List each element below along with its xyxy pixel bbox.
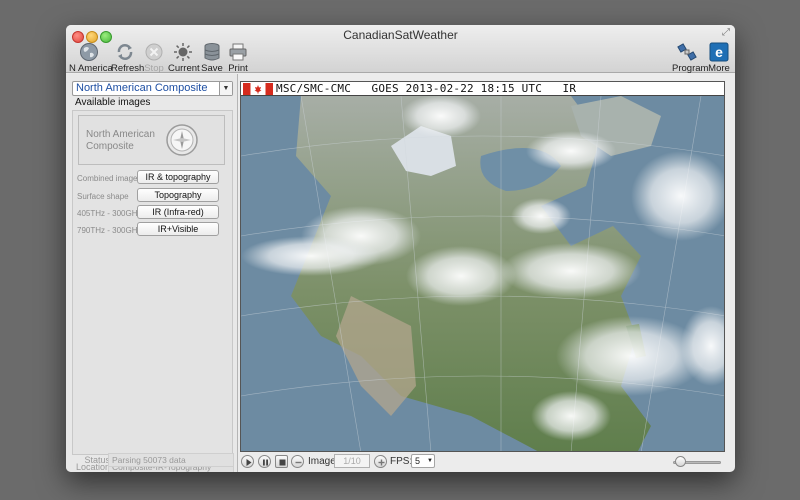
step-back-button[interactable] xyxy=(291,455,304,468)
n-america-button[interactable]: N America xyxy=(69,42,113,74)
database-icon xyxy=(204,43,220,61)
ir-topography-button[interactable]: IR & topography xyxy=(137,170,219,184)
save-label: Save xyxy=(201,63,223,74)
step-forward-button[interactable] xyxy=(374,455,387,468)
satellite-image[interactable]: MSC/SMC-CMC GOES 2013-02-22 18:15 UTC IR xyxy=(240,81,725,452)
current-label: Current xyxy=(168,63,200,74)
e-icon: e xyxy=(709,42,729,62)
combined-image-label: Combined image xyxy=(77,174,138,183)
ir-visible-button[interactable]: IR+Visible xyxy=(137,222,219,236)
region-select-value: North American Composite xyxy=(76,82,208,94)
n-america-label: N America xyxy=(69,63,113,74)
printer-icon xyxy=(229,43,247,61)
refresh-button[interactable]: Refresh xyxy=(111,42,145,74)
image-counter-field[interactable]: 1/10 xyxy=(334,454,370,468)
canada-flag-icon xyxy=(243,83,273,95)
save-button[interactable]: Save xyxy=(201,42,223,74)
status-label: Status xyxy=(84,455,110,465)
current-button[interactable]: Current xyxy=(168,42,200,74)
chevron-down-icon: ▼ xyxy=(427,458,433,464)
status-field: Parsing 50073 data xyxy=(108,453,234,467)
surface-shape-label: Surface shape xyxy=(77,192,129,201)
program-button[interactable]: Program xyxy=(672,42,709,74)
fullscreen-icon[interactable]: ⤢ xyxy=(722,27,730,38)
stop-label: Stop xyxy=(144,63,164,74)
ir-band-label: 405THz - 300GHz xyxy=(77,209,142,218)
stop-button[interactable]: Stop xyxy=(143,42,165,74)
chevron-down-icon: ▼ xyxy=(219,82,232,95)
minus-icon xyxy=(295,461,302,464)
stop-icon xyxy=(145,43,163,61)
pause-icon xyxy=(263,459,268,466)
image-preview: North American Composite xyxy=(78,115,225,165)
zoom-slider-knob[interactable] xyxy=(674,456,686,467)
playback-bar: Image: 1/10 FPS: 5 ▼ xyxy=(240,453,730,472)
refresh-label: Refresh xyxy=(111,63,145,74)
image-header-text: MSC/SMC-CMC GOES 2013-02-22 18:15 UTC IR xyxy=(276,82,577,95)
fps-value: 5 xyxy=(415,456,421,466)
fps-label: FPS: xyxy=(390,456,413,467)
more-label: More xyxy=(708,63,730,74)
pause-button[interactable] xyxy=(258,455,271,468)
globe-icon xyxy=(80,43,98,61)
app-window: CanadianSatWeather ⤢ N America Refresh S… xyxy=(66,25,735,472)
play-button[interactable] xyxy=(241,455,254,468)
program-label: Program xyxy=(672,63,709,74)
more-button[interactable]: e More xyxy=(707,42,731,74)
plus-icon xyxy=(378,459,385,466)
title-toolbar: CanadianSatWeather ⤢ N America Refresh S… xyxy=(66,25,735,74)
ir-infrared-button[interactable]: IR (Infra-red) xyxy=(137,205,219,219)
satellite-map xyxy=(241,96,724,451)
stop-square-icon xyxy=(279,459,286,466)
compass-icon xyxy=(166,124,198,156)
fps-select[interactable]: 5 ▼ xyxy=(411,454,435,468)
satellite-icon xyxy=(677,43,697,61)
window-title: CanadianSatWeather xyxy=(343,28,458,42)
refresh-icon xyxy=(117,44,133,60)
region-select[interactable]: North American Composite ▼ xyxy=(72,81,233,96)
stop-playback-button[interactable] xyxy=(275,455,288,468)
visible-band-label: 790THz - 300GHz xyxy=(77,226,142,235)
available-images-box: North American Composite Combined image … xyxy=(72,110,233,455)
image-header: MSC/SMC-CMC GOES 2013-02-22 18:15 UTC IR xyxy=(241,82,724,96)
print-button[interactable]: Print xyxy=(227,42,249,74)
topography-button[interactable]: Topography xyxy=(137,188,219,202)
play-icon xyxy=(246,459,252,466)
available-images-label: Available images xyxy=(75,97,151,108)
sidebar: North American Composite ▼ Available ima… xyxy=(66,74,238,472)
sun-icon xyxy=(174,43,192,61)
svg-text:e: e xyxy=(715,44,723,60)
preview-title: North American Composite xyxy=(86,129,155,152)
print-label: Print xyxy=(228,63,248,74)
